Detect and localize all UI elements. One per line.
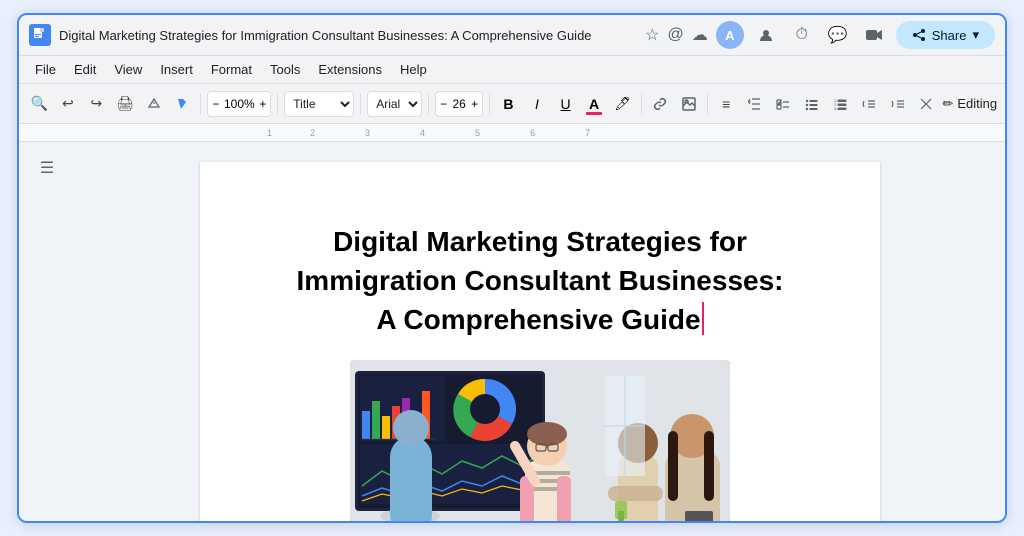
comment-icon[interactable]: 💬 (824, 21, 852, 49)
menu-file[interactable]: File (27, 58, 64, 81)
title-bar: Digital Marketing Strategies for Immigra… (19, 15, 1005, 56)
menu-help[interactable]: Help (392, 58, 435, 81)
divider1 (200, 94, 201, 114)
menu-view[interactable]: View (106, 58, 150, 81)
italic-button[interactable]: I (525, 91, 550, 117)
at-icon[interactable]: @ (668, 26, 684, 44)
toolbar: 🔍 ↩ ↪ 🖨 − 100% + Title Normal text Headi… (19, 84, 1005, 124)
divider2 (277, 94, 278, 114)
zoom-control[interactable]: − 100% + (207, 91, 271, 117)
editing-mode-selector[interactable]: ✏ Editing (942, 96, 997, 112)
increase-indent-button[interactable] (885, 91, 910, 117)
insert-image-button[interactable] (676, 91, 701, 117)
sidebar: ☰ (19, 142, 75, 521)
search-button[interactable]: 🔍 (27, 91, 52, 117)
title-bar-icons: ☆ @ ☁ A ⏱ 💬 Share ▾ (645, 21, 995, 49)
menu-extensions[interactable]: Extensions (310, 58, 390, 81)
share-button[interactable]: Share ▾ (896, 21, 995, 49)
document-title: Digital Marketing Strategies for Immigra… (59, 28, 637, 43)
line-spacing-button[interactable] (743, 91, 768, 117)
divider5 (489, 94, 490, 114)
align-button[interactable]: ≡ (714, 91, 739, 117)
contacts-icon[interactable] (752, 21, 780, 49)
paragraph-style-select[interactable]: Title Normal text Heading 1 (284, 91, 354, 117)
content-area: ☰ Digital Marketing Strategies for Immig… (19, 142, 1005, 521)
share-caret: ▾ (972, 27, 979, 43)
divider4 (428, 94, 429, 114)
text-color-button[interactable]: A (582, 91, 607, 117)
checklist-button[interactable] (771, 91, 796, 117)
menu-format[interactable]: Format (203, 58, 260, 81)
highlight-button[interactable]: 🖊 (610, 91, 635, 117)
redo-button[interactable]: ↪ (84, 91, 109, 117)
numbered-list-button[interactable]: 1.2.3. (828, 91, 853, 117)
zoom-minus[interactable]: − (212, 97, 219, 111)
decrease-indent-button[interactable] (857, 91, 882, 117)
font-size-minus[interactable]: − (440, 97, 447, 111)
menu-bar: File Edit View Insert Format Tools Exten… (19, 56, 1005, 84)
font-family-select[interactable]: Arial Times New Roman (367, 91, 422, 117)
document-page: Digital Marketing Strategies for Immigra… (200, 162, 880, 521)
svg-text:3.: 3. (834, 106, 837, 111)
menu-edit[interactable]: Edit (66, 58, 104, 81)
user-avatar[interactable]: A (716, 21, 744, 49)
ruler: 1 2 3 4 5 6 7 (19, 124, 1005, 142)
share-label: Share (932, 28, 967, 43)
zoom-plus[interactable]: + (259, 97, 266, 111)
font-size-control[interactable]: − 26 + (435, 91, 483, 117)
pencil-icon: ✏ (942, 96, 953, 112)
menu-insert[interactable]: Insert (152, 58, 201, 81)
font-size-plus[interactable]: + (471, 97, 478, 111)
paint-format-button[interactable] (170, 91, 195, 117)
undo-button[interactable]: ↩ (56, 91, 81, 117)
divider3 (360, 94, 361, 114)
document-image (350, 360, 730, 521)
underline-button[interactable]: U (553, 91, 578, 117)
history-icon[interactable]: ⏱ (788, 21, 816, 49)
font-size-value: 26 (449, 97, 469, 111)
clear-format-button[interactable] (914, 91, 939, 117)
text-cursor (702, 302, 704, 336)
bold-button[interactable]: B (496, 91, 521, 117)
bullet-list-button[interactable] (800, 91, 825, 117)
cloud-icon[interactable]: ☁ (692, 25, 708, 45)
menu-tools[interactable]: Tools (262, 58, 308, 81)
spellcheck-button[interactable] (141, 91, 166, 117)
star-icon[interactable]: ☆ (645, 25, 659, 45)
document-title-text[interactable]: Digital Marketing Strategies for Immigra… (280, 222, 800, 340)
browser-window: Digital Marketing Strategies for Immigra… (17, 13, 1007, 523)
print-button[interactable]: 🖨 (113, 91, 138, 117)
divider6 (641, 94, 642, 114)
editing-label: Editing (957, 96, 997, 111)
google-docs-logo (29, 24, 51, 46)
outline-button[interactable]: ☰ (31, 152, 63, 184)
divider7 (707, 94, 708, 114)
document-area[interactable]: Digital Marketing Strategies for Immigra… (75, 142, 1005, 521)
video-icon[interactable] (860, 21, 888, 49)
zoom-value: 100% (221, 97, 257, 111)
link-button[interactable] (648, 91, 673, 117)
